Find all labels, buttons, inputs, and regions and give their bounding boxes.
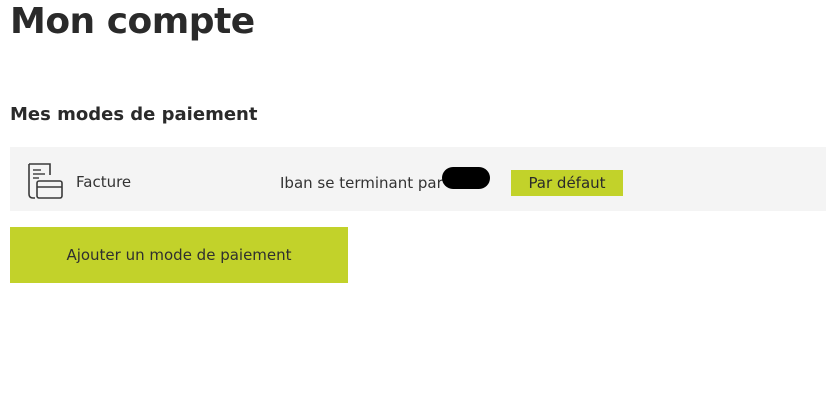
payment-method-row: Facture Iban se terminant par Par défaut [10,147,826,211]
invoice-card-icon [26,162,64,202]
payment-methods-heading: Mes modes de paiement [10,104,258,125]
account-page: Mon compte Mes modes de paiement Facture… [0,0,826,405]
default-badge: Par défaut [511,170,623,196]
payment-method-label: Facture [76,173,132,191]
iban-ending-text: Iban se terminant par [280,174,443,192]
page-title: Mon compte [10,1,255,42]
add-payment-method-button[interactable]: Ajouter un mode de paiement [10,227,348,283]
iban-redaction-mask [442,167,490,189]
